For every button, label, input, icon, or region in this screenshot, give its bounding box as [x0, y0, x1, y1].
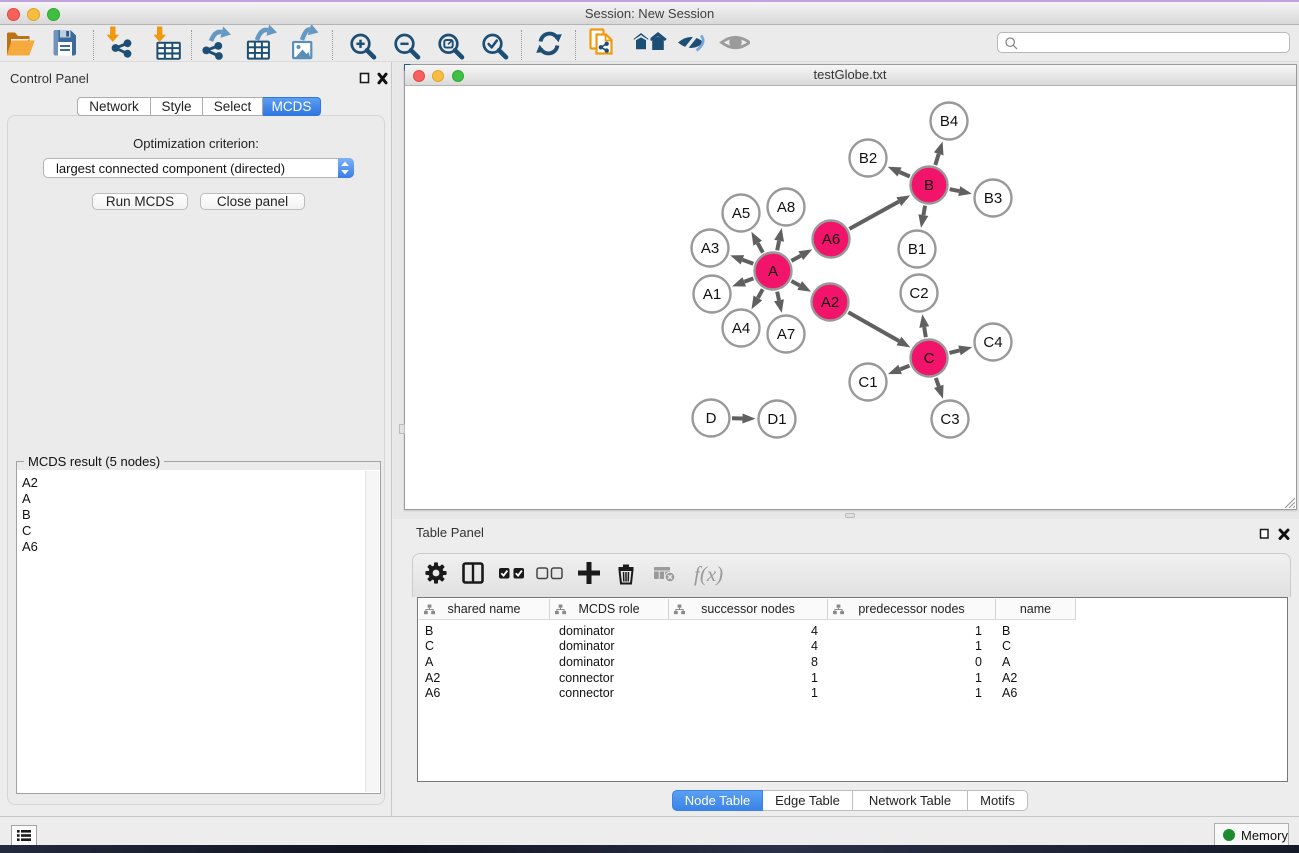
svg-text:A: A	[767, 263, 777, 280]
svg-text:A1: A1	[702, 286, 720, 303]
svg-text:D: D	[705, 410, 716, 427]
svg-text:C4: C4	[983, 334, 1002, 351]
svg-text:A5: A5	[731, 205, 749, 222]
svg-text:B3: B3	[983, 190, 1001, 207]
svg-text:A8: A8	[776, 199, 794, 216]
svg-text:B4: B4	[939, 113, 957, 130]
svg-text:A7: A7	[776, 326, 794, 343]
svg-text:C1: C1	[858, 374, 877, 391]
svg-text:C: C	[923, 350, 934, 367]
svg-text:A6: A6	[821, 231, 839, 248]
svg-text:A4: A4	[731, 320, 749, 337]
svg-text:C3: C3	[940, 411, 959, 428]
svg-text:A3: A3	[700, 240, 718, 257]
svg-text:B: B	[923, 177, 933, 194]
svg-text:C2: C2	[909, 285, 928, 302]
svg-text:D1: D1	[767, 411, 786, 428]
svg-text:A2: A2	[820, 294, 838, 311]
svg-text:B2: B2	[858, 150, 876, 167]
svg-text:B1: B1	[907, 241, 925, 258]
